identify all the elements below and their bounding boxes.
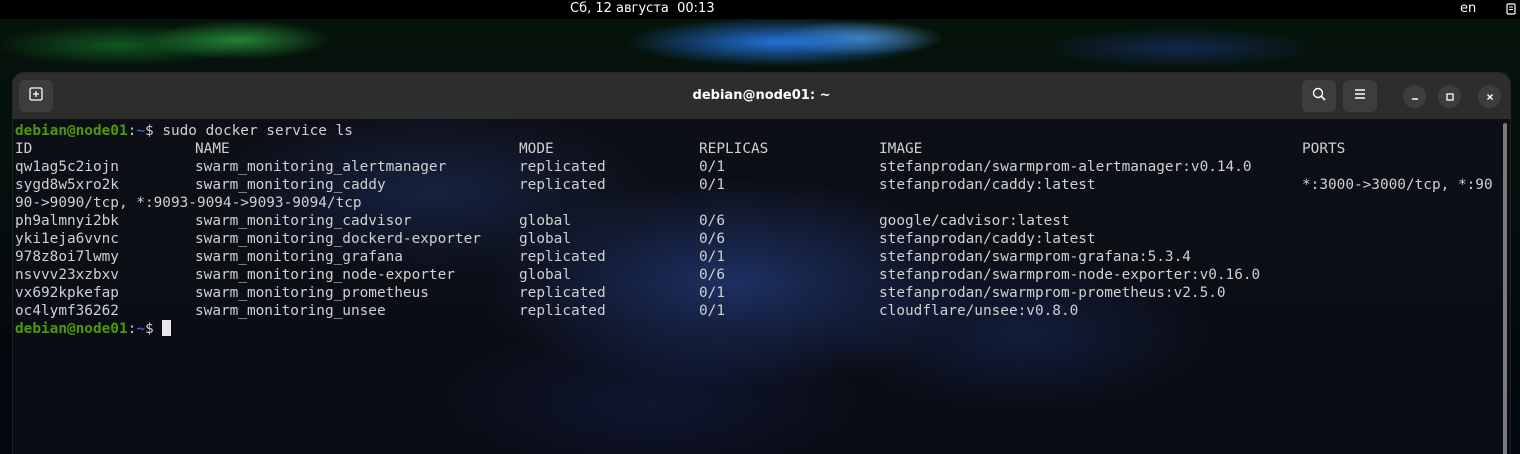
row-replicas: 0/6 bbox=[699, 231, 725, 247]
prompt-symbol: $ bbox=[144, 123, 154, 139]
row-image: stefanprodan/caddy:latest bbox=[879, 231, 1096, 247]
row-id: ph9almnyi2bk bbox=[15, 213, 119, 229]
row-name: swarm_monitoring_alertmanager bbox=[195, 159, 447, 175]
row-mode: replicated bbox=[519, 303, 606, 319]
row-name: swarm_monitoring_caddy bbox=[195, 177, 386, 193]
active-prompt-line[interactable]: debian@node01:~$ bbox=[15, 320, 1499, 338]
top-bar: Сб, 12 августа 00:13 en bbox=[0, 0, 1520, 19]
row-mode: replicated bbox=[519, 177, 606, 193]
minimize-icon bbox=[1410, 87, 1420, 106]
maximize-button[interactable] bbox=[1438, 85, 1461, 108]
row-image: stefanprodan/swarmprom-node-exporter:v0.… bbox=[879, 267, 1261, 283]
row-id: sygd8w5xro2k bbox=[15, 177, 119, 193]
prompt-colon: : bbox=[127, 321, 137, 337]
row-id: nsvvv23xzbxv bbox=[15, 267, 119, 283]
search-icon bbox=[1311, 86, 1327, 106]
hamburger-menu-icon bbox=[1352, 86, 1368, 106]
row-replicas: 0/1 bbox=[699, 303, 725, 319]
row-image: google/cadvisor:latest bbox=[879, 213, 1070, 229]
terminal-window[interactable]: debian@node01: ~ debian@node01:~$ sudo d… bbox=[13, 73, 1510, 454]
table-header: ID NAME MODE REPLICAS IMAGE PORTS bbox=[15, 140, 1499, 158]
row-replicas: 0/6 bbox=[699, 213, 725, 229]
row-image: stefanprodan/swarmprom-alertmanager:v0.1… bbox=[879, 159, 1252, 175]
row-ports: *:3000->3000/tcp, *:90 bbox=[1302, 177, 1493, 193]
table-row: vx692kpkefap swarm_monitoring_prometheus… bbox=[15, 284, 1499, 302]
table-row: nsvvv23xzbxv swarm_monitoring_node-expor… bbox=[15, 266, 1499, 284]
row-name: swarm_monitoring_dockerd-exporter bbox=[195, 231, 481, 247]
row-image: stefanprodan/caddy:latest bbox=[879, 177, 1096, 193]
row-id: vx692kpkefap bbox=[15, 285, 119, 301]
row-image: stefanprodan/swarmprom-prometheus:v2.5.0 bbox=[879, 285, 1226, 301]
table-row: ph9almnyi2bk swarm_monitoring_cadvisor g… bbox=[15, 212, 1499, 230]
row-mode: replicated bbox=[519, 249, 606, 265]
terminal-titlebar[interactable]: debian@node01: ~ bbox=[13, 73, 1510, 119]
prompt-symbol: $ bbox=[144, 321, 154, 337]
row-replicas: 0/1 bbox=[699, 177, 725, 193]
row-image: cloudflare/unsee:v0.8.0 bbox=[879, 303, 1079, 319]
header-ports: PORTS bbox=[1302, 141, 1346, 157]
wrapped-ports-line: 90->9090/tcp, *:9093-9094->9093-9094/tcp bbox=[15, 195, 362, 211]
maximize-icon bbox=[1445, 87, 1455, 106]
row-name: swarm_monitoring_grafana bbox=[195, 249, 403, 265]
new-tab-button[interactable] bbox=[19, 80, 53, 112]
header-name: NAME bbox=[195, 141, 230, 157]
row-replicas: 0/1 bbox=[699, 249, 725, 265]
window-title: debian@node01: ~ bbox=[692, 88, 831, 103]
row-mode: global bbox=[519, 213, 571, 229]
row-mode: global bbox=[519, 267, 571, 283]
prompt-colon: : bbox=[127, 123, 137, 139]
row-id: yki1eja6vvnc bbox=[15, 231, 119, 247]
header-replicas: REPLICAS bbox=[699, 141, 769, 157]
desktop-background: Сб, 12 августа 00:13 en debian@node01: ~… bbox=[0, 0, 1520, 454]
system-menu-icon[interactable] bbox=[1506, 3, 1516, 15]
row-name: swarm_monitoring_cadvisor bbox=[195, 213, 412, 229]
table-row: qw1ag5c2iojn swarm_monitoring_alertmanag… bbox=[15, 158, 1499, 176]
row-replicas: 0/6 bbox=[699, 267, 725, 283]
row-mode: replicated bbox=[519, 285, 606, 301]
clock[interactable]: Сб, 12 августа 00:13 bbox=[570, 1, 715, 16]
minimize-button[interactable] bbox=[1403, 85, 1426, 108]
prompt-path: ~ bbox=[136, 123, 145, 139]
search-button[interactable] bbox=[1302, 80, 1336, 112]
row-replicas: 0/1 bbox=[699, 159, 725, 175]
table-row: sygd8w5xro2k swarm_monitoring_caddy repl… bbox=[15, 176, 1499, 194]
text-cursor bbox=[162, 320, 172, 336]
header-mode: MODE bbox=[519, 141, 554, 157]
new-tab-icon bbox=[28, 86, 44, 106]
keyboard-layout-indicator[interactable]: en bbox=[1460, 1, 1476, 16]
row-id: qw1ag5c2iojn bbox=[15, 159, 119, 175]
row-id: 978z8oi7lwmy bbox=[15, 249, 119, 265]
row-id: oc4lymf36262 bbox=[15, 303, 119, 319]
prompt-user-host: debian@node01 bbox=[15, 321, 128, 337]
row-mode: global bbox=[519, 231, 571, 247]
row-replicas: 0/1 bbox=[699, 285, 725, 301]
row-name: swarm_monitoring_unsee bbox=[195, 303, 386, 319]
prompt-path: ~ bbox=[136, 321, 145, 337]
header-id: ID bbox=[15, 141, 33, 157]
close-button[interactable] bbox=[1478, 85, 1501, 108]
header-image: IMAGE bbox=[879, 141, 923, 157]
row-image: stefanprodan/swarmprom-grafana:5.3.4 bbox=[879, 249, 1191, 265]
command-text: sudo docker service ls bbox=[153, 123, 353, 139]
row-name: swarm_monitoring_prometheus bbox=[195, 285, 429, 301]
command-line: debian@node01:~$ sudo docker service ls bbox=[15, 122, 1499, 140]
prompt-user-host: debian@node01 bbox=[15, 123, 128, 139]
scrollbar[interactable] bbox=[1503, 123, 1507, 454]
row-name: swarm_monitoring_node-exporter bbox=[195, 267, 455, 283]
table-row: 978z8oi7lwmy swarm_monitoring_grafana re… bbox=[15, 248, 1499, 266]
row-mode: replicated bbox=[519, 159, 606, 175]
close-icon bbox=[1485, 87, 1495, 106]
menu-button[interactable] bbox=[1343, 80, 1377, 112]
table-row: oc4lymf36262 swarm_monitoring_unsee repl… bbox=[15, 302, 1499, 320]
terminal-output[interactable]: debian@node01:~$ sudo docker service ls … bbox=[15, 122, 1499, 454]
table-row: yki1eja6vvnc swarm_monitoring_dockerd-ex… bbox=[15, 230, 1499, 248]
